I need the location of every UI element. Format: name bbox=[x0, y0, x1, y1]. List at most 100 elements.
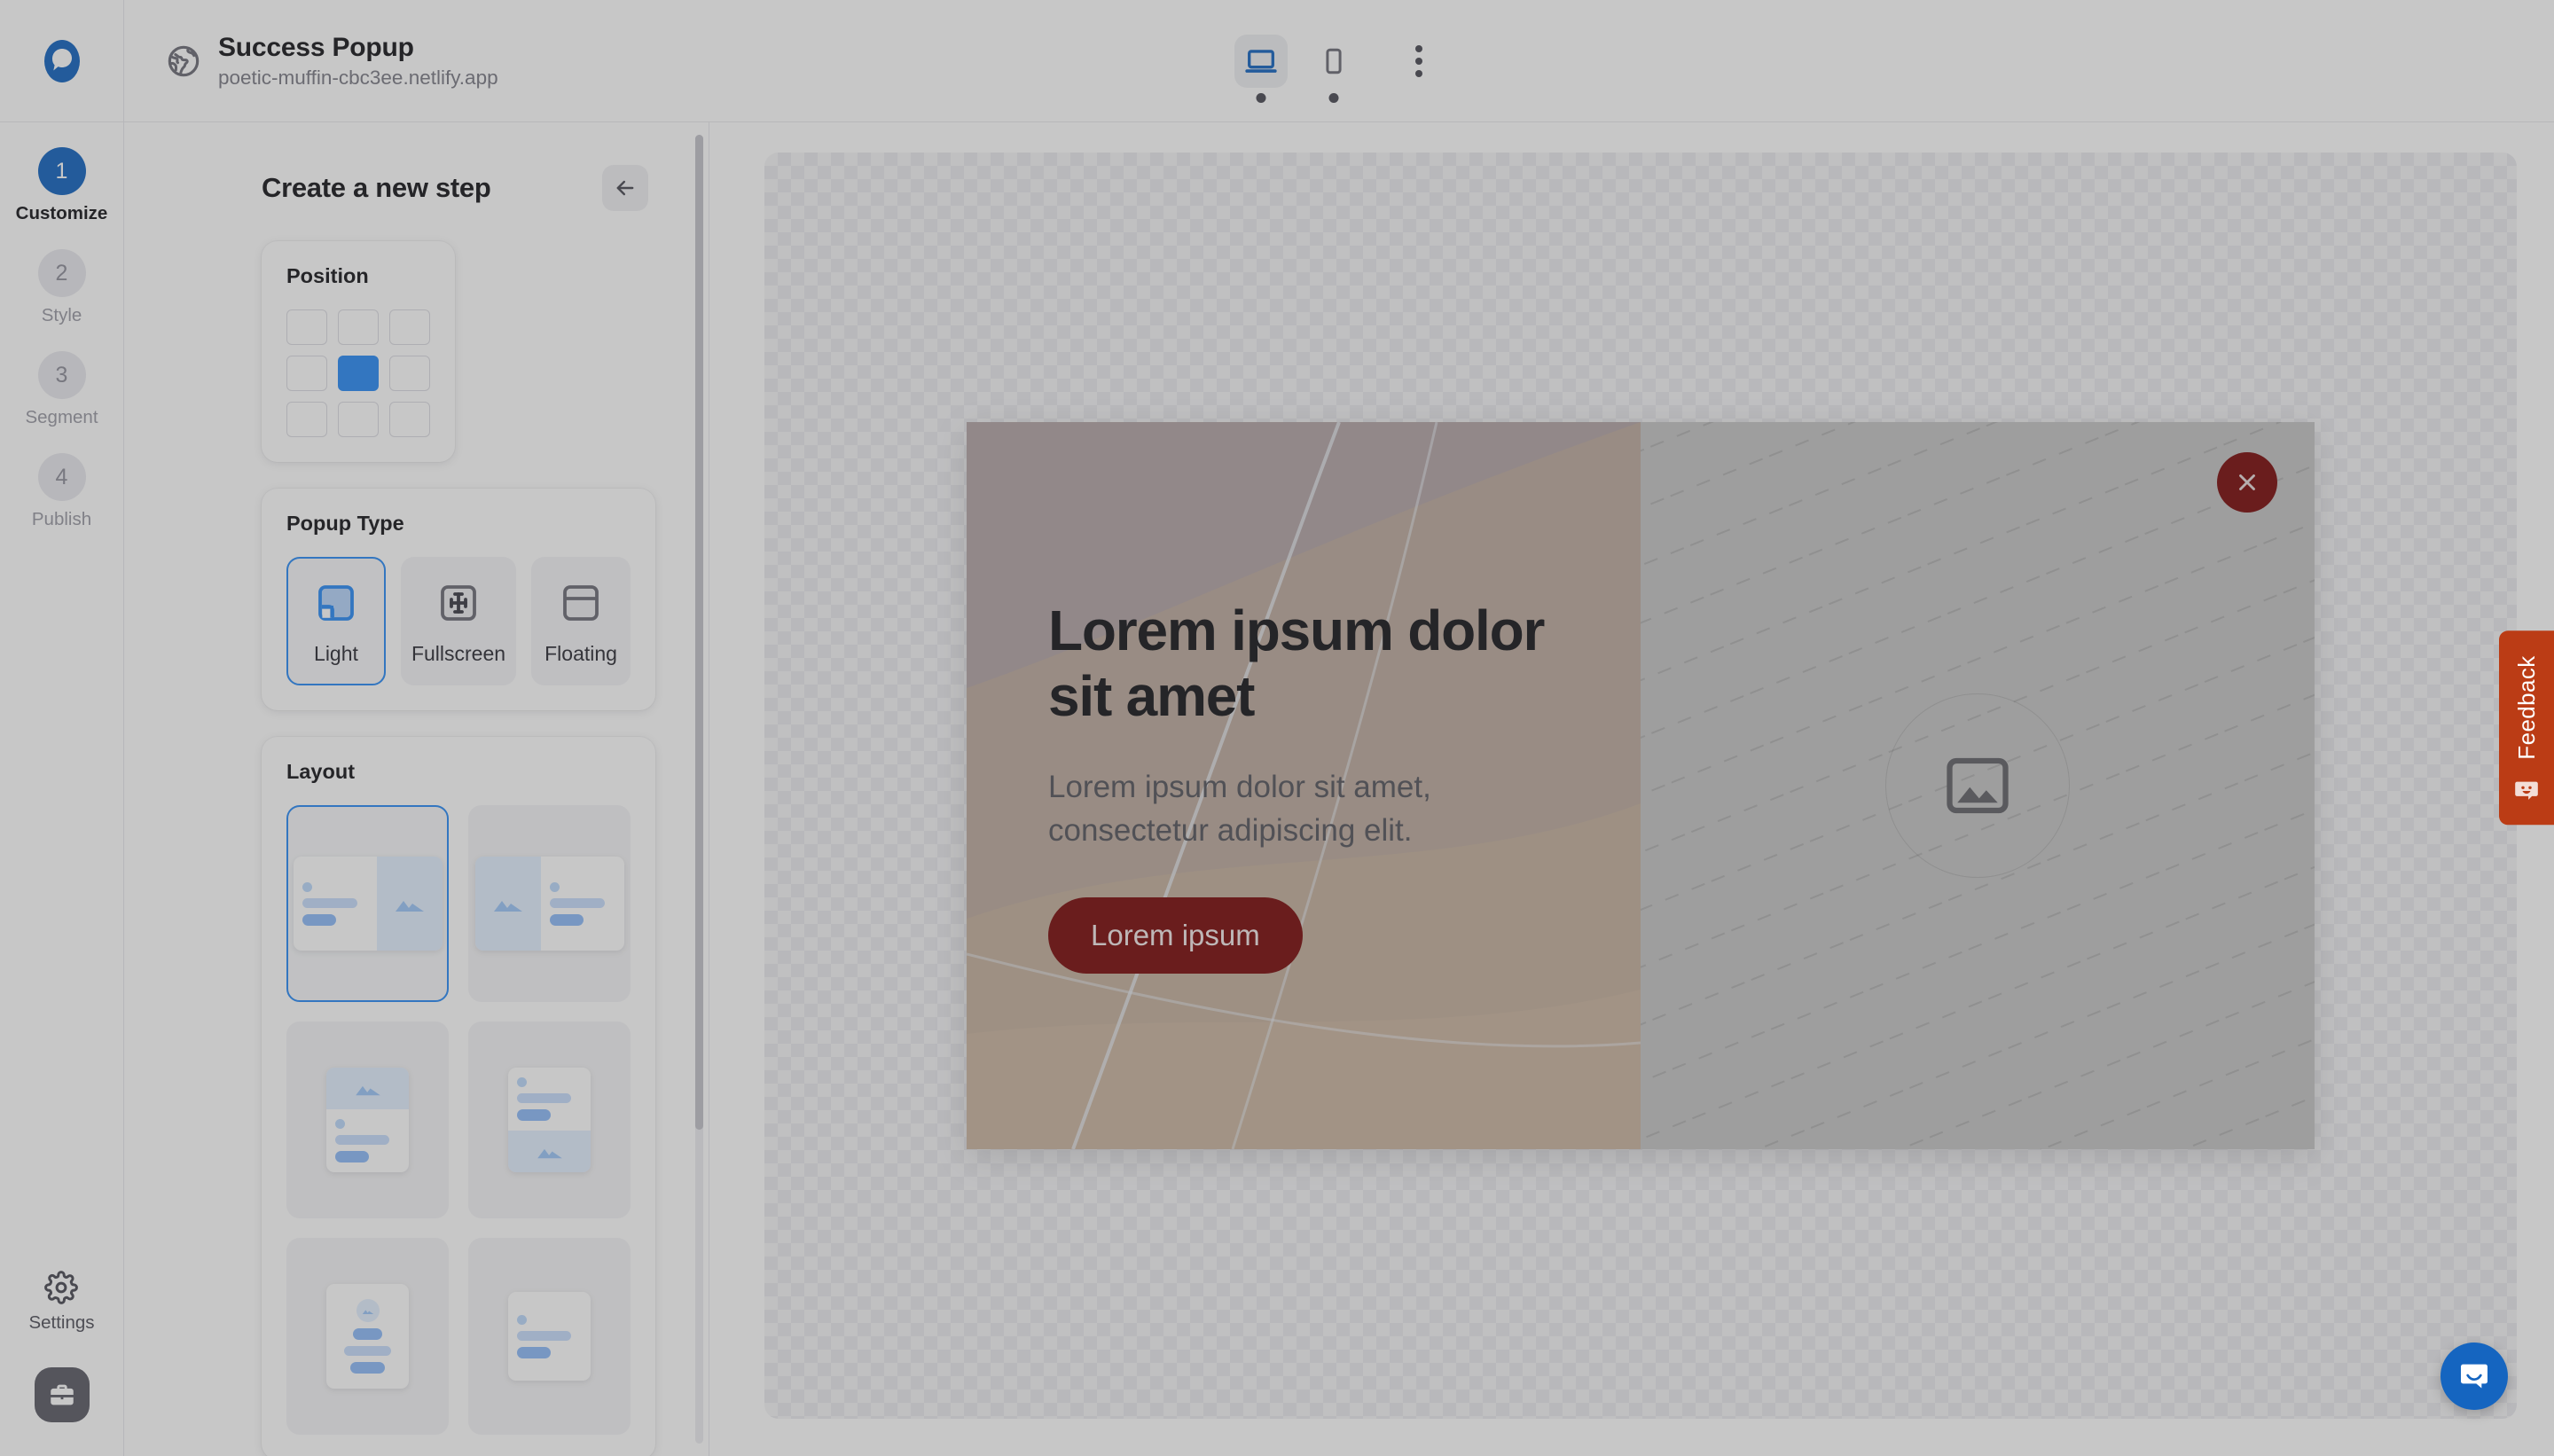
popup-type-title: Popup Type bbox=[286, 512, 404, 535]
sidebar-item-settings[interactable]: Settings bbox=[28, 1271, 95, 1334]
body-row: Create a new step Position Popup Type Li… bbox=[124, 122, 2554, 1456]
thumb-text-block bbox=[326, 1284, 409, 1389]
thumb-text-block bbox=[508, 1068, 591, 1131]
back-button[interactable] bbox=[602, 165, 648, 211]
layout-thumb bbox=[326, 1068, 409, 1172]
layout-title: Layout bbox=[286, 760, 356, 783]
site-info: Success Popup poetic-muffin-cbc3ee.netli… bbox=[124, 33, 498, 90]
thumb-button bbox=[335, 1151, 369, 1162]
position-cell-bottom-right[interactable] bbox=[389, 402, 430, 437]
left-rail: 1 Customize 2 Style 3 Segment 4 Publish bbox=[0, 0, 124, 1456]
rail-bottom: Settings bbox=[0, 1271, 123, 1422]
layout-options bbox=[286, 805, 631, 1435]
intercom-chat-button[interactable] bbox=[2440, 1342, 2508, 1410]
fullscreen-popup-icon bbox=[441, 585, 476, 621]
thumb-button bbox=[349, 1362, 386, 1374]
popup-type-card: Popup Type Light Fullscreen Floating bbox=[262, 489, 655, 710]
popup-close-button[interactable] bbox=[2217, 452, 2277, 513]
layout-option-image-top-text-bottom[interactable] bbox=[286, 1022, 449, 1218]
settings-panel: Create a new step Position Popup Type Li… bbox=[124, 122, 709, 1456]
step-nav: 1 Customize 2 Style 3 Segment 4 Publish bbox=[15, 122, 108, 530]
thumb-image-block bbox=[474, 857, 541, 951]
sidebar-step-segment[interactable]: 3 Segment bbox=[25, 351, 98, 428]
top-bar: Success Popup poetic-muffin-cbc3ee.netli… bbox=[124, 0, 2554, 122]
device-switch bbox=[1234, 34, 1444, 103]
light-popup-icon bbox=[318, 585, 354, 621]
mountain-icon bbox=[395, 901, 424, 912]
layout-option-centered-icon-text[interactable] bbox=[286, 1238, 449, 1435]
kebab-menu-icon bbox=[1415, 57, 1422, 65]
layout-option-image-left-text-right[interactable] bbox=[468, 805, 631, 1002]
briefcase-button[interactable] bbox=[34, 1367, 90, 1422]
thumb-line bbox=[549, 897, 605, 908]
step-number: 1 bbox=[37, 147, 86, 195]
sidebar-step-customize[interactable]: 1 Customize bbox=[15, 147, 108, 224]
thumb-button bbox=[517, 1109, 551, 1121]
thumb-line bbox=[352, 1328, 383, 1340]
thumb-dot bbox=[335, 1119, 345, 1129]
kebab-menu-icon bbox=[1415, 44, 1422, 52]
layout-thumb bbox=[293, 857, 443, 951]
settings-panel-scroll: Create a new step Position Popup Type Li… bbox=[124, 122, 709, 1456]
more-options-button[interactable] bbox=[1394, 36, 1444, 86]
layout-option-text-top-image-bottom[interactable] bbox=[468, 1022, 631, 1218]
step-label: Segment bbox=[25, 407, 98, 427]
step-number: 4 bbox=[37, 453, 86, 501]
position-cell-top-center[interactable] bbox=[338, 309, 379, 345]
popup-paragraph: Lorem ipsum dolor sit amet, consectetur … bbox=[1048, 769, 1431, 849]
popup-type-label: Fullscreen bbox=[411, 642, 506, 665]
thumb-image-block bbox=[356, 1299, 380, 1322]
position-card: Position bbox=[262, 241, 455, 462]
position-cell-middle-right[interactable] bbox=[389, 356, 430, 391]
popup-cta-button[interactable]: Lorem ipsum bbox=[1048, 896, 1303, 974]
settings-label: Settings bbox=[28, 1312, 95, 1333]
popup-image-side[interactable] bbox=[1641, 422, 2315, 1149]
position-grid bbox=[286, 309, 430, 437]
thumb-image-block bbox=[326, 1068, 409, 1109]
popup-preview[interactable]: Lorem ipsum dolor sit amet Lorem ipsum d… bbox=[967, 422, 2315, 1149]
panel-scrollbar-thumb[interactable] bbox=[695, 135, 703, 1130]
preview-area: Lorem ipsum dolor sit amet Lorem ipsum d… bbox=[709, 122, 2554, 1456]
popup-type-label: Light bbox=[314, 642, 358, 665]
step-label: Customize bbox=[15, 203, 108, 223]
logo-container[interactable] bbox=[0, 0, 123, 122]
thumb-button bbox=[517, 1346, 551, 1358]
step-label: Publish bbox=[31, 509, 92, 529]
thumb-button bbox=[549, 913, 584, 926]
position-cell-middle-left[interactable] bbox=[286, 356, 327, 391]
position-cell-top-right[interactable] bbox=[389, 309, 430, 345]
device-indicator-dot bbox=[1328, 92, 1339, 103]
panel-header: Create a new step bbox=[262, 165, 655, 211]
position-cell-bottom-left[interactable] bbox=[286, 402, 327, 437]
popup-type-floating[interactable]: Floating bbox=[531, 557, 631, 685]
briefcase-icon bbox=[50, 1384, 74, 1405]
layout-option-text-left-image-right[interactable] bbox=[286, 805, 449, 1002]
device-indicator-dot bbox=[1256, 92, 1266, 103]
main-column: Success Popup poetic-muffin-cbc3ee.netli… bbox=[124, 0, 2554, 1456]
sidebar-step-style[interactable]: 2 Style bbox=[37, 249, 86, 326]
position-cell-top-left[interactable] bbox=[286, 309, 327, 345]
step-label: Style bbox=[41, 305, 82, 325]
feedback-smiley-icon bbox=[2515, 782, 2538, 801]
panel-scrollbar-track[interactable] bbox=[695, 135, 703, 1444]
preview-canvas[interactable]: Lorem ipsum dolor sit amet Lorem ipsum d… bbox=[764, 153, 2517, 1419]
thumb-dot bbox=[302, 881, 312, 892]
popup-type-options: Light Fullscreen Floating bbox=[286, 557, 631, 685]
layout-thumb bbox=[326, 1284, 409, 1389]
feedback-label: Feedback bbox=[2512, 655, 2540, 760]
device-mobile-button[interactable] bbox=[1307, 35, 1360, 103]
position-cell-bottom-center[interactable] bbox=[338, 402, 379, 437]
popup-text-content: Lorem ipsum dolor sit amet Lorem ipsum d… bbox=[1048, 598, 1559, 974]
device-desktop-button[interactable] bbox=[1234, 34, 1288, 103]
popupsmart-logo-icon bbox=[43, 39, 80, 82]
popup-heading: Lorem ipsum dolor sit amet bbox=[1048, 599, 1545, 729]
popup-type-fullscreen[interactable]: Fullscreen bbox=[400, 557, 517, 685]
feedback-tab[interactable]: Feedback bbox=[2499, 630, 2554, 826]
popup-type-light[interactable]: Light bbox=[286, 557, 386, 685]
position-cell-middle-center[interactable] bbox=[338, 356, 379, 391]
layout-option-text-only[interactable] bbox=[468, 1238, 631, 1435]
sidebar-step-publish[interactable]: 4 Publish bbox=[32, 453, 91, 530]
image-placeholder-icon bbox=[1947, 757, 2009, 814]
layout-thumb bbox=[474, 857, 624, 951]
mountain-icon bbox=[537, 1148, 562, 1159]
